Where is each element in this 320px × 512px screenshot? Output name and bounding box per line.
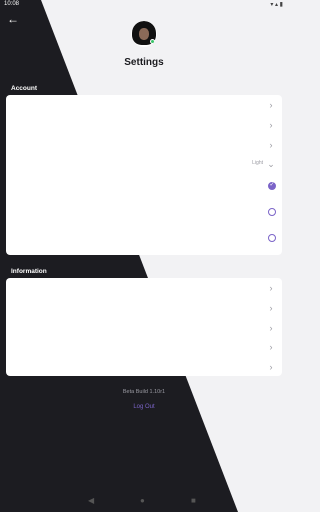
nav-back-icon[interactable]: ◀ [88, 496, 94, 505]
build-version: Beta Build 1.10r1 [122, 389, 166, 395]
row-label: Content & Privacy [23, 101, 75, 107]
info-icon: ⓘ [12, 324, 19, 331]
user-icon: ● [13, 141, 18, 148]
row-label: Theme [23, 160, 43, 166]
chevron-right-icon: › [269, 342, 273, 352]
row-support[interactable]: ⓘ Support › [6, 357, 282, 377]
row-label: Privacy Policy [23, 304, 64, 310]
theme-option-light[interactable]: Light [6, 176, 282, 196]
online-indicator [150, 39, 155, 44]
row-staying-safe-online[interactable]: ⓘ Staying Safe Online › [6, 337, 282, 357]
radio-dark[interactable] [268, 208, 276, 216]
row-password[interactable]: ▣ Password › [6, 115, 282, 135]
option-label: Device Default [15, 234, 57, 240]
nav-recents-icon[interactable]: ■ [191, 496, 196, 505]
account-card: ⛨ Content & Privacy › ▣ Password › ● Ava… [6, 95, 282, 255]
row-label: Support [23, 363, 46, 369]
row-avatar-name[interactable]: ● Avatar Name › [6, 135, 282, 155]
avatar [131, 21, 157, 47]
theme-option-dark[interactable]: Dark [6, 202, 282, 222]
chevron-right-icon: › [269, 120, 273, 130]
row-label: Rules of Conduct [23, 284, 73, 290]
option-label: Dark [15, 208, 29, 214]
status-icons: ▾ ▴ ▮ [270, 2, 283, 8]
info-icon: ⓘ [12, 343, 19, 350]
chevron-right-icon: › [269, 323, 273, 333]
chevron-right-icon: › [269, 100, 273, 110]
chevron-right-icon: › [269, 303, 273, 313]
section-header-account: Account [11, 85, 37, 92]
theme-option-device-default[interactable]: Device Default [6, 228, 282, 248]
shield-icon: ⛨ [12, 101, 19, 108]
nav-home-icon[interactable]: ● [140, 496, 145, 505]
chevron-right-icon: › [269, 283, 273, 293]
chevron-right-icon: › [269, 362, 273, 372]
row-label: Staying Safe Online [23, 343, 80, 349]
row-label: Password [23, 121, 52, 127]
row-content-privacy[interactable]: ⛨ Content & Privacy › [6, 95, 282, 115]
radio-device-default[interactable] [268, 234, 276, 242]
logout-button[interactable]: Log Out [0, 404, 288, 410]
chevron-right-icon: › [269, 140, 273, 150]
radio-light[interactable] [268, 181, 276, 190]
status-time: 10:08 [4, 1, 20, 7]
back-arrow-icon[interactable]: ← [7, 13, 19, 25]
row-privacy-policy[interactable]: ⓘ Privacy Policy › [6, 298, 282, 318]
status-bar: 10:08 ▾ ▴ ▮ [0, 0, 288, 10]
page-title: Settings [124, 57, 164, 68]
row-theme[interactable]: ✎ Theme Light ⌄ [6, 154, 282, 174]
section-header-information: Information [11, 268, 47, 275]
row-label: Terms of Service [23, 324, 71, 330]
information-card: ▤ Rules of Conduct › ⓘ Privacy Policy › … [6, 278, 282, 376]
info-icon: ⓘ [12, 304, 19, 311]
android-nav-bar: ◀ ● ■ [0, 492, 288, 512]
document-icon: ▤ [12, 284, 19, 291]
avatar-face [139, 28, 149, 40]
row-label: Avatar Name [23, 141, 60, 147]
row-terms-of-service[interactable]: ⓘ Terms of Service › [6, 318, 282, 338]
info-icon: ⓘ [12, 363, 19, 370]
palette-icon: ✎ [12, 160, 19, 167]
chevron-down-icon: ⌄ [267, 159, 275, 169]
lock-icon: ▣ [12, 121, 19, 128]
option-label: Light [15, 182, 30, 188]
row-rules-of-conduct[interactable]: ▤ Rules of Conduct › [6, 278, 282, 298]
theme-value: Light [252, 160, 263, 166]
